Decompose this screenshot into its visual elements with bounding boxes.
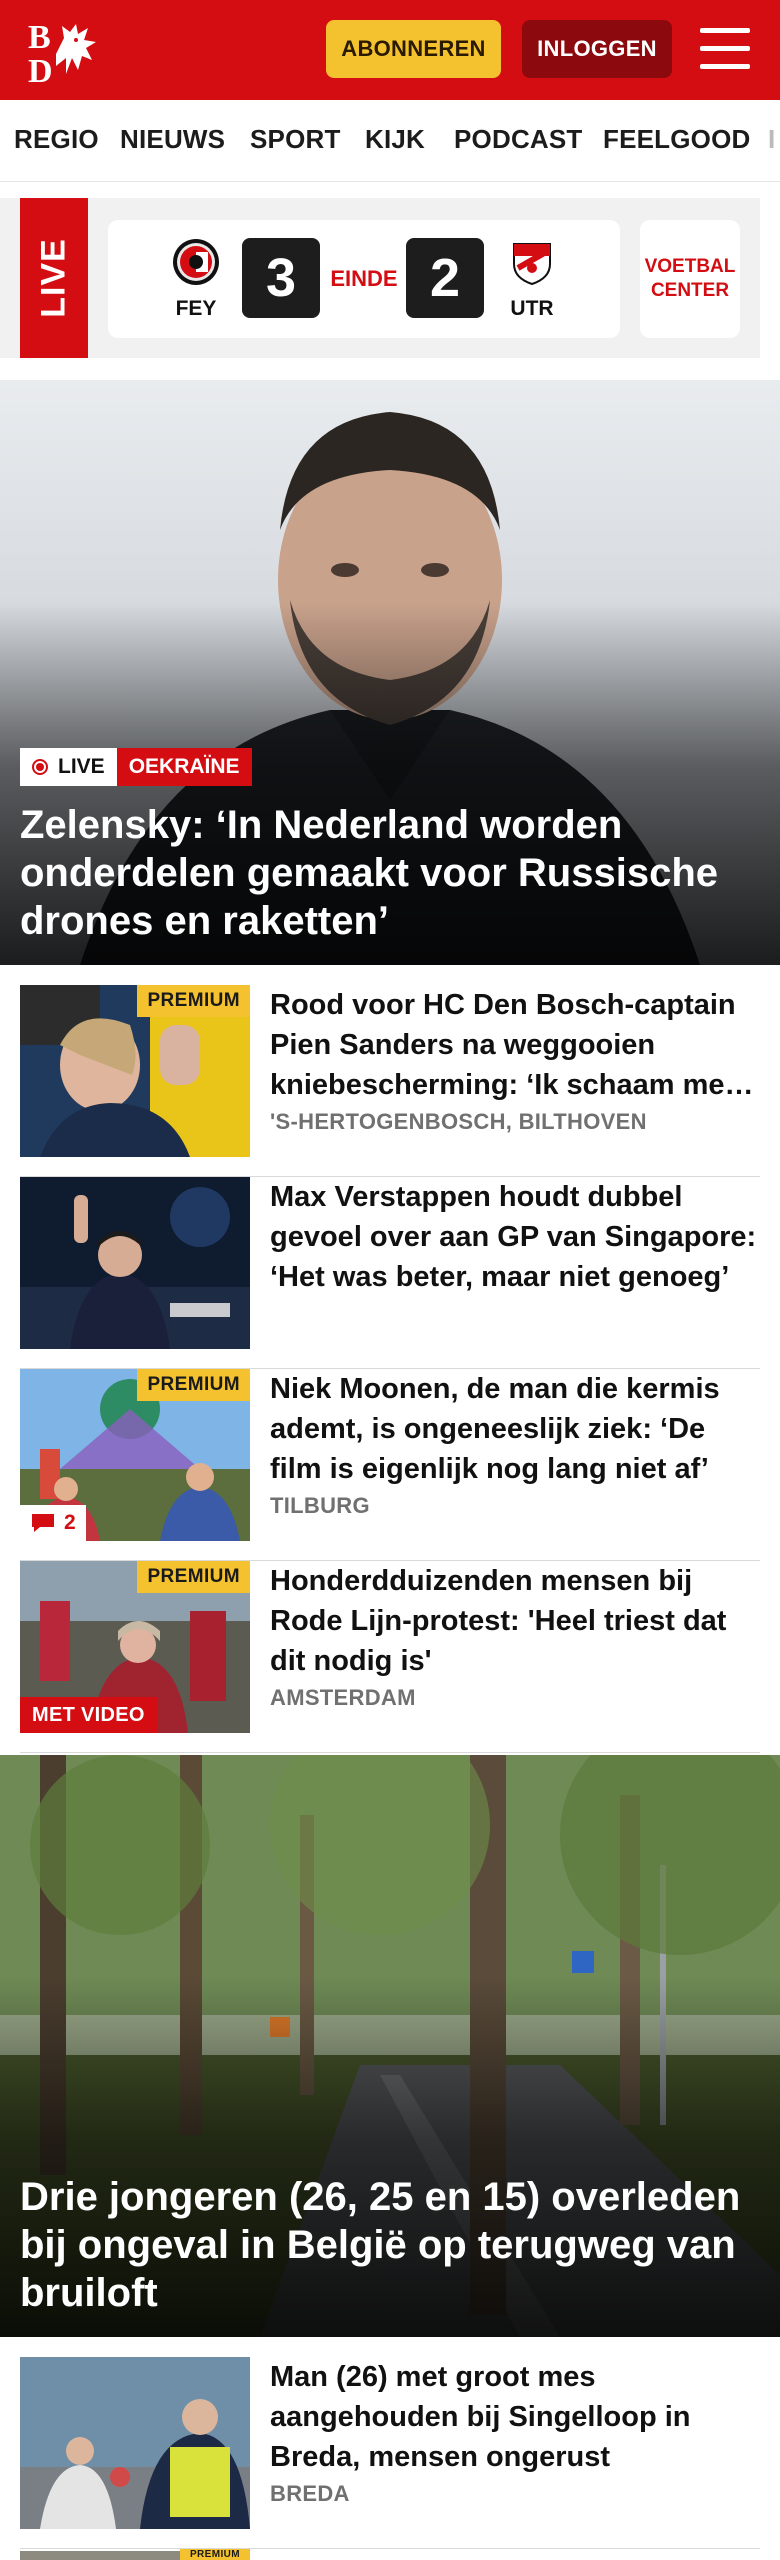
svg-text:D: D xyxy=(28,53,53,86)
home-score: 3 xyxy=(242,238,320,318)
svg-text:B: B xyxy=(28,19,51,56)
voetbal-center-link[interactable]: VOETBAL CENTER xyxy=(640,220,740,338)
singelloop-photo xyxy=(20,2357,250,2529)
login-button[interactable]: INLOGGEN xyxy=(522,20,672,78)
home-team-abbr: FEY xyxy=(175,297,217,320)
article-headline[interactable]: Honderdduizenden mensen bij Rode Lijn-pr… xyxy=(270,1561,760,1681)
article-item[interactable]: PREMIUM MET VIDEO Honderdduizenden mense… xyxy=(20,1561,760,1753)
fc-utrecht-crest-icon xyxy=(513,243,551,286)
live-tag: LIVE xyxy=(20,748,117,786)
hero-headline[interactable]: Zelensky: ‘In Nederland worden onderdele… xyxy=(20,801,760,945)
live-tag-label: LIVE xyxy=(58,755,105,778)
hero-tags: LIVE OEKRAÏNE xyxy=(20,748,252,786)
video-badge: MET VIDEO xyxy=(20,1697,157,1733)
home-team: FEY xyxy=(156,238,236,321)
premium-badge: PREMIUM xyxy=(137,1369,250,1401)
voetbal-center-line1: VOETBAL xyxy=(644,256,736,277)
article-thumbnail: PREMIUM xyxy=(20,985,250,1157)
section-nav: REGIO NIEUWS SPORT KIJK PODCAST FEELGOOD… xyxy=(0,100,780,182)
article-location: TILBURG xyxy=(270,1493,370,1518)
hero-article-zelensky[interactable]: LIVE OEKRAÏNE Zelensky: ‘In Nederland wo… xyxy=(0,380,780,965)
top-header: B D ABONNEREN INLOGGEN xyxy=(0,0,780,100)
article-thumbnail: PREMIUM MET VIDEO xyxy=(20,1561,250,1733)
match-score-card[interactable]: FEY 3 EINDE 2 UTR xyxy=(108,220,620,338)
hero-headline[interactable]: Drie jongeren (26, 25 en 15) overleden b… xyxy=(20,2173,760,2317)
away-team-abbr: UTR xyxy=(510,297,554,320)
hamburger-menu-icon[interactable] xyxy=(700,26,752,72)
comment-count-badge[interactable]: 2 xyxy=(20,1505,86,1541)
article-headline[interactable]: Max Verstappen houdt dubbel gevoel over … xyxy=(270,1177,760,1297)
article-thumbnail xyxy=(20,2357,250,2529)
article-item[interactable]: PREMIUM 2 Niek Moonen, de man die kermis… xyxy=(20,1369,760,1561)
article-thumbnail: PREMIUM xyxy=(20,2549,250,2560)
article-item[interactable]: Max Verstappen houdt dubbel gevoel over … xyxy=(20,1177,760,1369)
premium-badge: PREMIUM xyxy=(137,985,250,1017)
subscribe-button[interactable]: ABONNEREN xyxy=(326,20,501,78)
comment-bubble-icon xyxy=(32,1514,54,1532)
nav-item-feelgood[interactable]: FEELGOOD xyxy=(603,124,751,155)
article-headline[interactable]: Man (26) met groot mes aangehouden bij S… xyxy=(270,2357,760,2477)
nav-item-nieuws[interactable]: NIEUWS xyxy=(120,124,225,155)
premium-badge: PREMIUM xyxy=(137,1561,250,1593)
nav-item-kijk[interactable]: KIJK xyxy=(365,124,425,155)
article-headline[interactable]: Rood voor HC Den Bosch-captain Pien Sand… xyxy=(270,985,760,1105)
nav-item-podcast[interactable]: PODCAST xyxy=(454,124,583,155)
premium-badge: PREMIUM xyxy=(179,2549,250,2560)
article-thumbnail: PREMIUM 2 xyxy=(20,1369,250,1541)
match-status: EINDE xyxy=(330,266,398,291)
live-score-widget[interactable]: LIVE FEY 3 EINDE 2 UTR VOETBAL CENTER xyxy=(0,198,760,358)
article-location: AMSTERDAM xyxy=(270,1685,416,1710)
live-dot-icon xyxy=(32,759,48,775)
nav-item-regio[interactable]: REGIO xyxy=(14,124,99,155)
category-tag[interactable]: OEKRAÏNE xyxy=(116,748,252,786)
away-team: UTR xyxy=(492,238,572,321)
away-score: 2 xyxy=(406,238,484,318)
comment-count: 2 xyxy=(64,1511,76,1534)
article-item[interactable]: PREMIUM xyxy=(20,2549,760,2560)
article-item[interactable]: Man (26) met groot mes aangehouden bij S… xyxy=(20,2357,760,2549)
voetbal-center-line2: CENTER xyxy=(650,280,730,301)
bd-logo[interactable]: B D xyxy=(26,14,116,86)
article-location: 'S-HERTOGENBOSCH, BILTHOVEN xyxy=(270,1109,647,1134)
verstappen-photo xyxy=(20,1177,250,1349)
feyenoord-crest-icon xyxy=(173,239,219,285)
article-location: BREDA xyxy=(270,2481,350,2506)
article-thumbnail xyxy=(20,1177,250,1349)
nav-item-sport[interactable]: SPORT xyxy=(250,124,341,155)
live-tab-label: LIVE xyxy=(34,238,73,318)
article-item[interactable]: PREMIUM Rood voor HC Den Bosch-captain P… xyxy=(20,985,760,1177)
live-tab: LIVE xyxy=(20,198,88,358)
nav-item-more[interactable]: I xyxy=(768,124,775,155)
hero-article-ongeval[interactable]: Drie jongeren (26, 25 en 15) overleden b… xyxy=(0,1755,780,2337)
article-headline[interactable]: Niek Moonen, de man die kermis ademt, is… xyxy=(270,1369,760,1489)
